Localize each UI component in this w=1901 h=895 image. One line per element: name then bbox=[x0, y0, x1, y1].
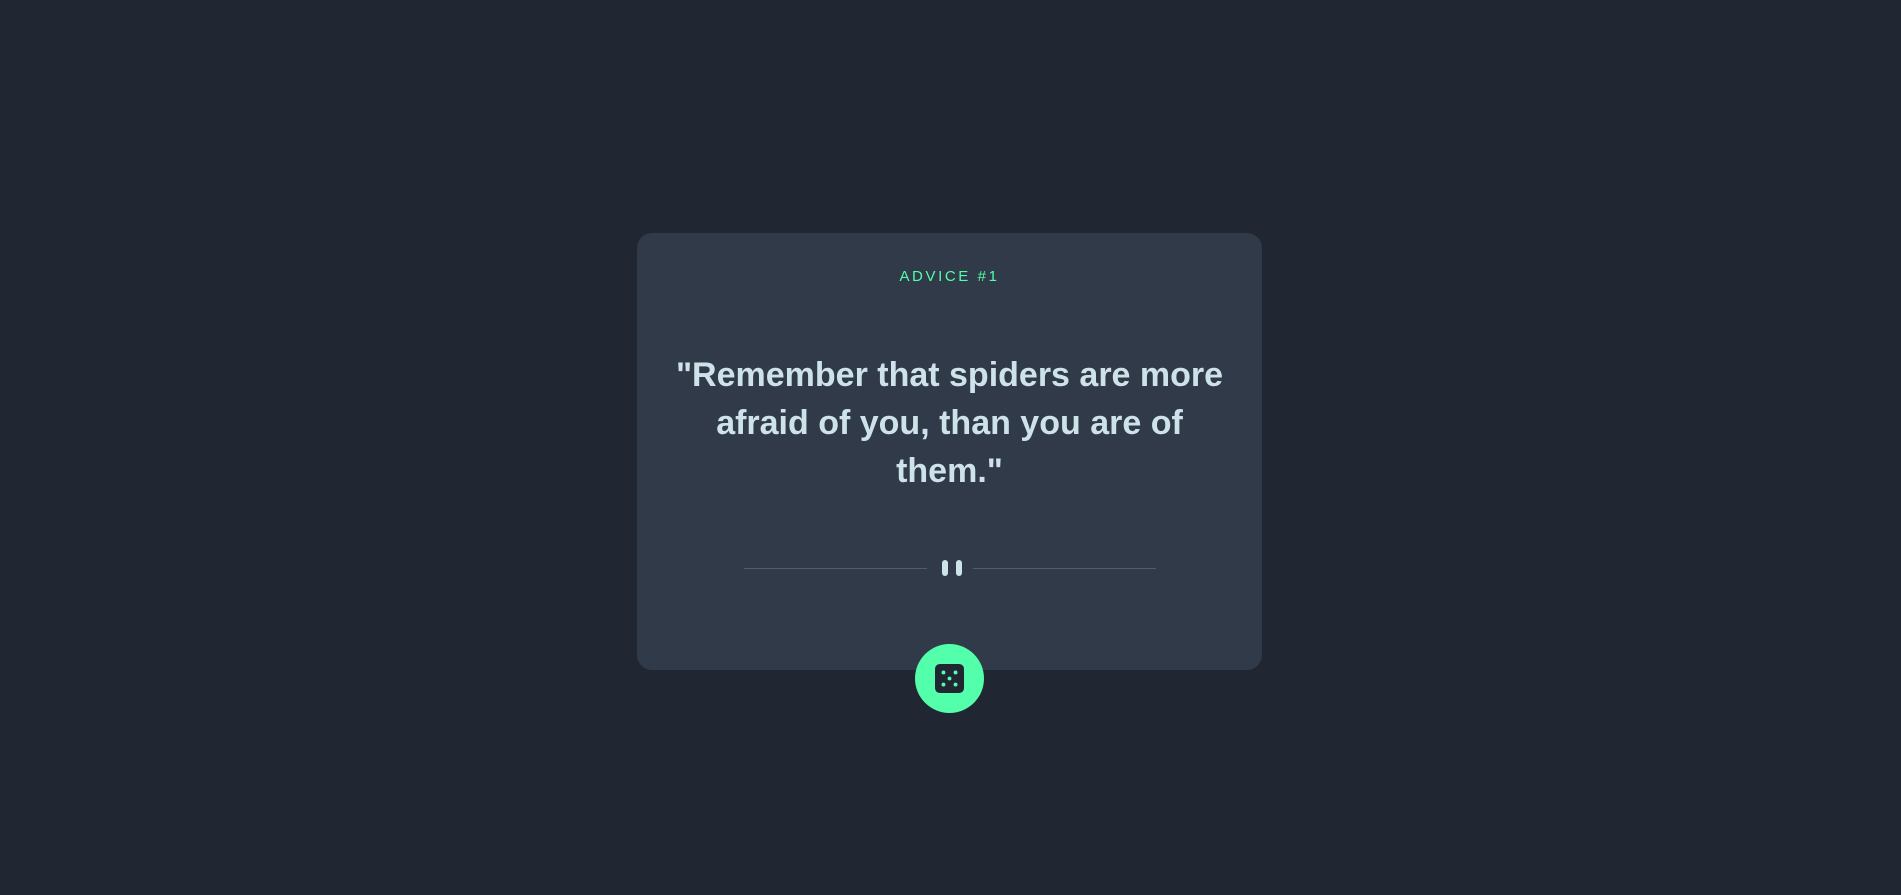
advice-number-label: ADVICE #1 bbox=[899, 268, 1000, 285]
advice-quote: "Remember that spiders are more afraid o… bbox=[675, 356, 1224, 490]
divider bbox=[744, 560, 1156, 576]
pause-icon bbox=[942, 560, 962, 576]
divider-line-right bbox=[973, 568, 1156, 569]
divider-line-left bbox=[744, 568, 927, 569]
advice-card: ADVICE #1 "Remember that spiders are mor… bbox=[637, 233, 1262, 670]
generate-advice-button[interactable] bbox=[915, 644, 984, 713]
dice-icon bbox=[935, 664, 964, 693]
